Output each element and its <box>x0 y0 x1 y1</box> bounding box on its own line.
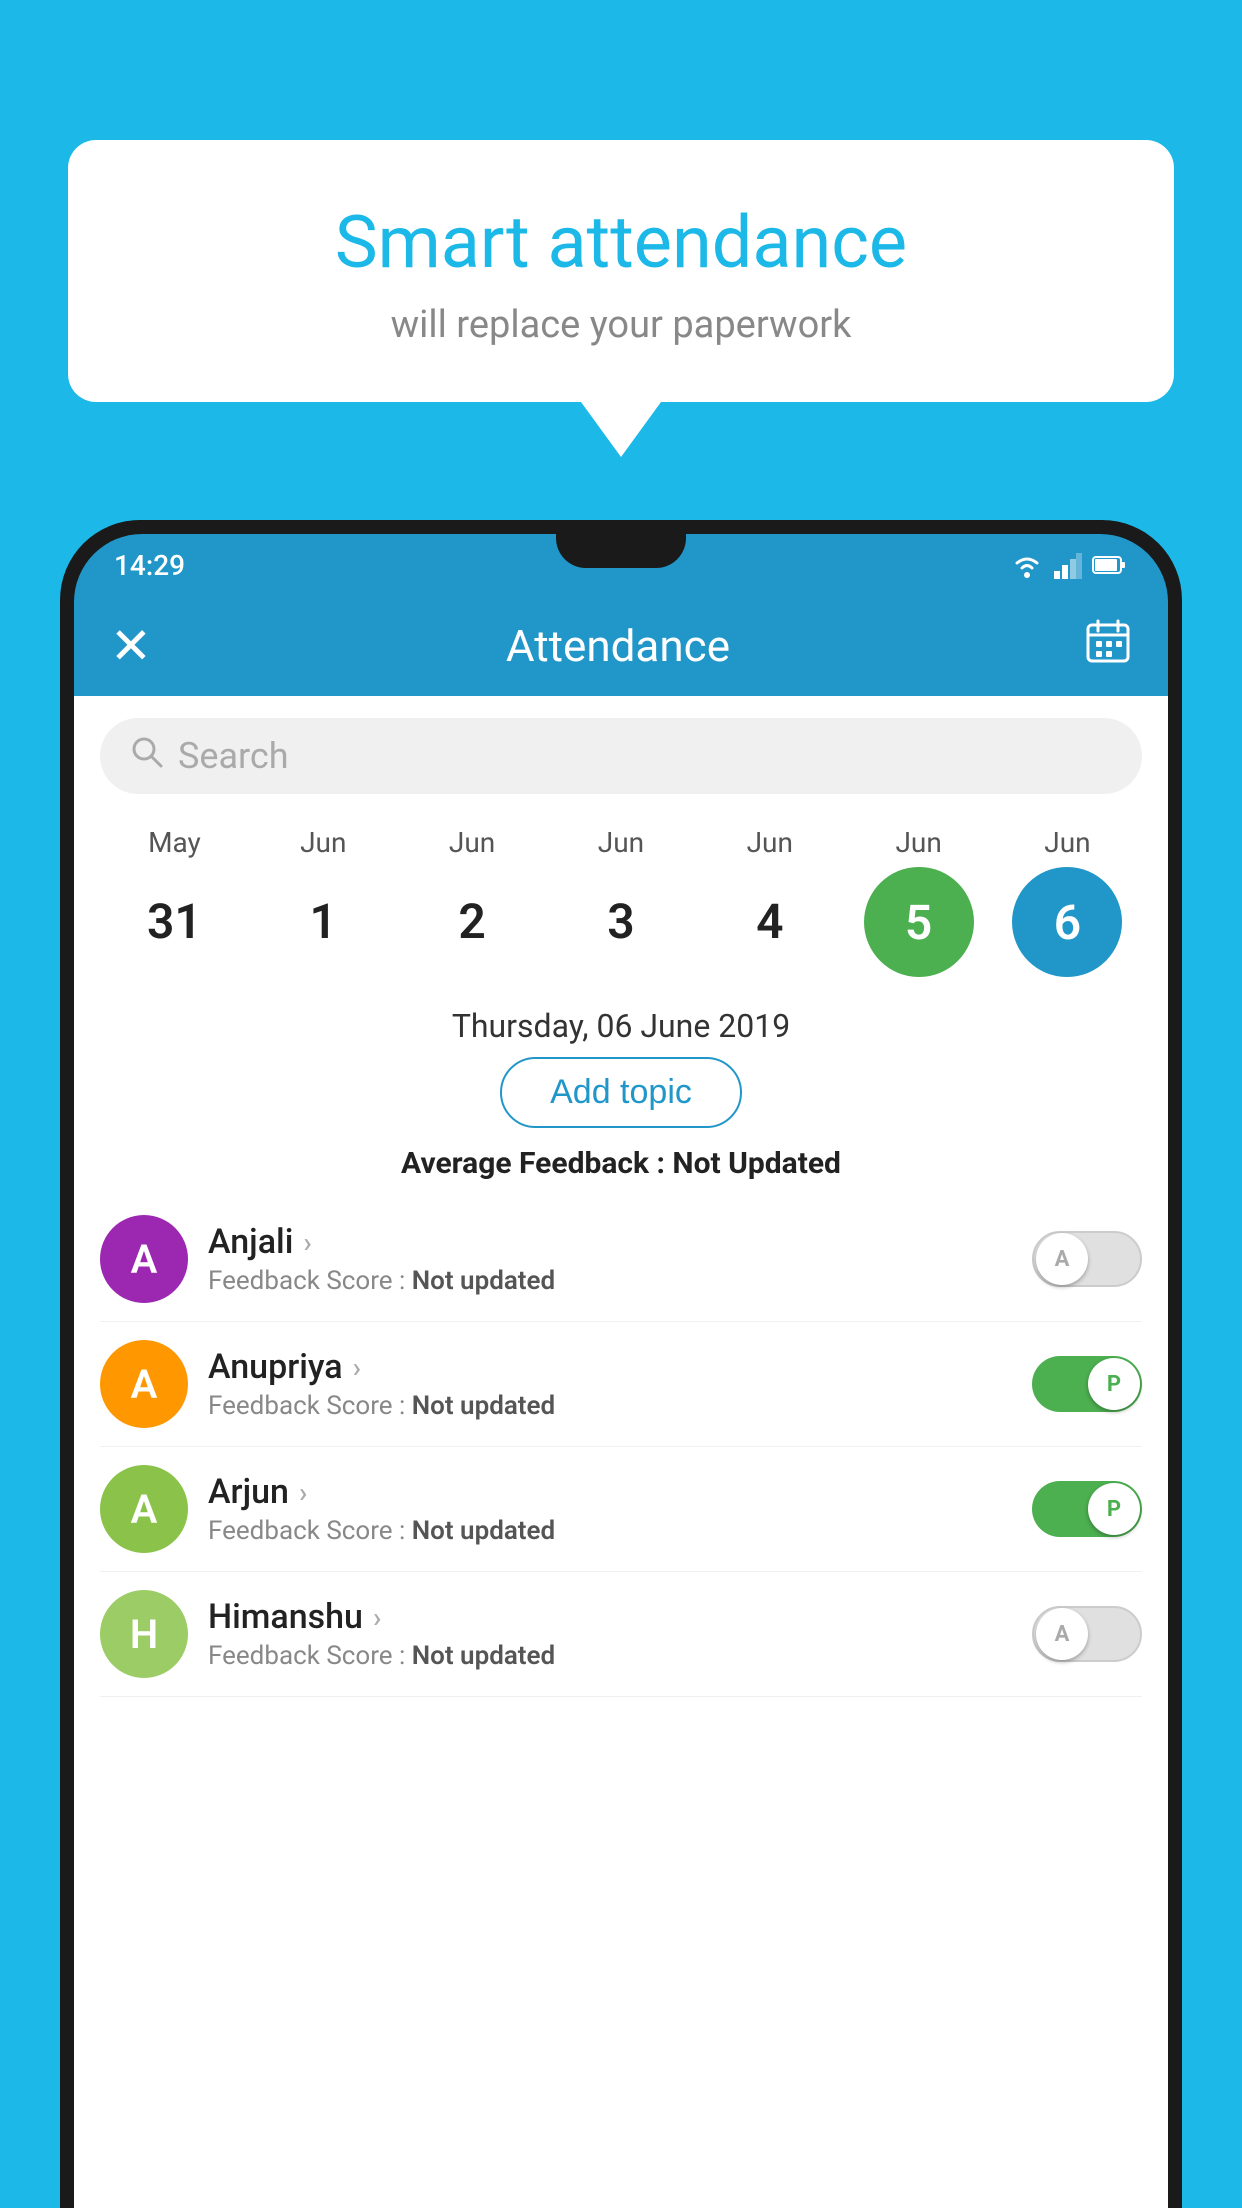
cal-month-0: May <box>114 826 234 859</box>
app-bar: ✕ Attendance <box>74 596 1168 696</box>
toggle-himanshu[interactable]: A <box>1032 1606 1142 1662</box>
cal-month-3: Jun <box>561 826 681 859</box>
notch <box>556 534 686 568</box>
student-item-anjali: A Anjali › Feedback Score : Not updated … <box>100 1197 1142 1322</box>
add-topic-button[interactable]: Add topic <box>500 1057 742 1128</box>
chevron-himanshu: › <box>373 1601 381 1634</box>
cal-day-2[interactable]: 2 <box>412 898 532 946</box>
cal-day-31[interactable]: 31 <box>114 898 234 946</box>
cal-day-3[interactable]: 3 <box>561 898 681 946</box>
student-feedback-anjali: Feedback Score : Not updated <box>208 1266 1012 1296</box>
close-button[interactable]: ✕ <box>110 617 152 676</box>
student-item-himanshu: H Himanshu › Feedback Score : Not update… <box>100 1572 1142 1697</box>
chevron-anjali: › <box>303 1226 311 1259</box>
screen-content: Search May Jun Jun Jun Jun Jun Jun 31 <box>74 696 1168 2208</box>
avg-feedback-label: Average Feedback : <box>401 1146 665 1181</box>
status-time: 14:29 <box>114 549 185 582</box>
student-item-anupriya: A Anupriya › Feedback Score : Not update… <box>100 1322 1142 1447</box>
cal-month-6: Jun <box>1007 826 1127 859</box>
status-bar: 14:29 <box>74 534 1168 596</box>
speech-bubble: Smart attendance will replace your paper… <box>68 140 1174 457</box>
student-list: A Anjali › Feedback Score : Not updated … <box>74 1197 1168 1697</box>
student-name-anjali: Anjali <box>208 1222 293 1262</box>
phone-inner: 14:29 <box>74 534 1168 2208</box>
search-placeholder: Search <box>178 735 289 777</box>
selected-date: Thursday, 06 June 2019 <box>74 1007 1168 1045</box>
student-name-arjun: Arjun <box>208 1472 289 1512</box>
student-item-arjun: A Arjun › Feedback Score : Not updated P <box>100 1447 1142 1572</box>
signal-icon <box>1054 551 1082 579</box>
phone-frame: 14:29 <box>60 520 1182 2208</box>
cal-day-4[interactable]: 4 <box>710 898 830 946</box>
app-title: Attendance <box>506 620 730 672</box>
calendar-months-row: May Jun Jun Jun Jun Jun Jun <box>100 826 1142 859</box>
search-icon <box>130 735 164 778</box>
student-feedback-anupriya: Feedback Score : Not updated <box>208 1391 1012 1421</box>
cal-day-5[interactable]: 5 <box>859 867 979 977</box>
cal-month-1: Jun <box>263 826 383 859</box>
cal-month-2: Jun <box>412 826 532 859</box>
toggle-anupriya[interactable]: P <box>1032 1356 1142 1412</box>
avatar-anjali: A <box>100 1215 188 1303</box>
chevron-anupriya: › <box>353 1351 361 1384</box>
student-feedback-himanshu: Feedback Score : Not updated <box>208 1641 1012 1671</box>
cal-day-1[interactable]: 1 <box>263 898 383 946</box>
cal-month-4: Jun <box>710 826 830 859</box>
search-bar[interactable]: Search <box>100 718 1142 794</box>
bubble-tail <box>581 402 661 457</box>
chevron-arjun: › <box>299 1476 307 1509</box>
calendar-button[interactable] <box>1084 617 1132 676</box>
status-icons <box>1010 551 1128 579</box>
calendar-strip: May Jun Jun Jun Jun Jun Jun 31 1 <box>74 816 1168 993</box>
avatar-himanshu: H <box>100 1590 188 1678</box>
avatar-anupriya: A <box>100 1340 188 1428</box>
cal-month-5: Jun <box>859 826 979 859</box>
bubble-title: Smart attendance <box>128 200 1114 285</box>
toggle-arjun[interactable]: P <box>1032 1481 1142 1537</box>
avg-feedback: Average Feedback : Not Updated <box>74 1146 1168 1181</box>
student-feedback-arjun: Feedback Score : Not updated <box>208 1516 1012 1546</box>
student-info-arjun[interactable]: Arjun › Feedback Score : Not updated <box>208 1472 1012 1546</box>
calendar-days-row: 31 1 2 3 4 5 <box>100 867 1142 977</box>
battery-icon <box>1092 554 1128 576</box>
student-info-anupriya[interactable]: Anupriya › Feedback Score : Not updated <box>208 1347 1012 1421</box>
toggle-anjali[interactable]: A <box>1032 1231 1142 1287</box>
avatar-arjun: A <box>100 1465 188 1553</box>
student-name-anupriya: Anupriya <box>208 1347 343 1387</box>
student-info-anjali[interactable]: Anjali › Feedback Score : Not updated <box>208 1222 1012 1296</box>
wifi-icon <box>1010 551 1044 579</box>
cal-day-6[interactable]: 6 <box>1007 867 1127 977</box>
avg-feedback-value: Not Updated <box>672 1146 841 1181</box>
student-info-himanshu[interactable]: Himanshu › Feedback Score : Not updated <box>208 1597 1012 1671</box>
bubble-subtitle: will replace your paperwork <box>128 303 1114 347</box>
student-name-himanshu: Himanshu <box>208 1597 363 1637</box>
